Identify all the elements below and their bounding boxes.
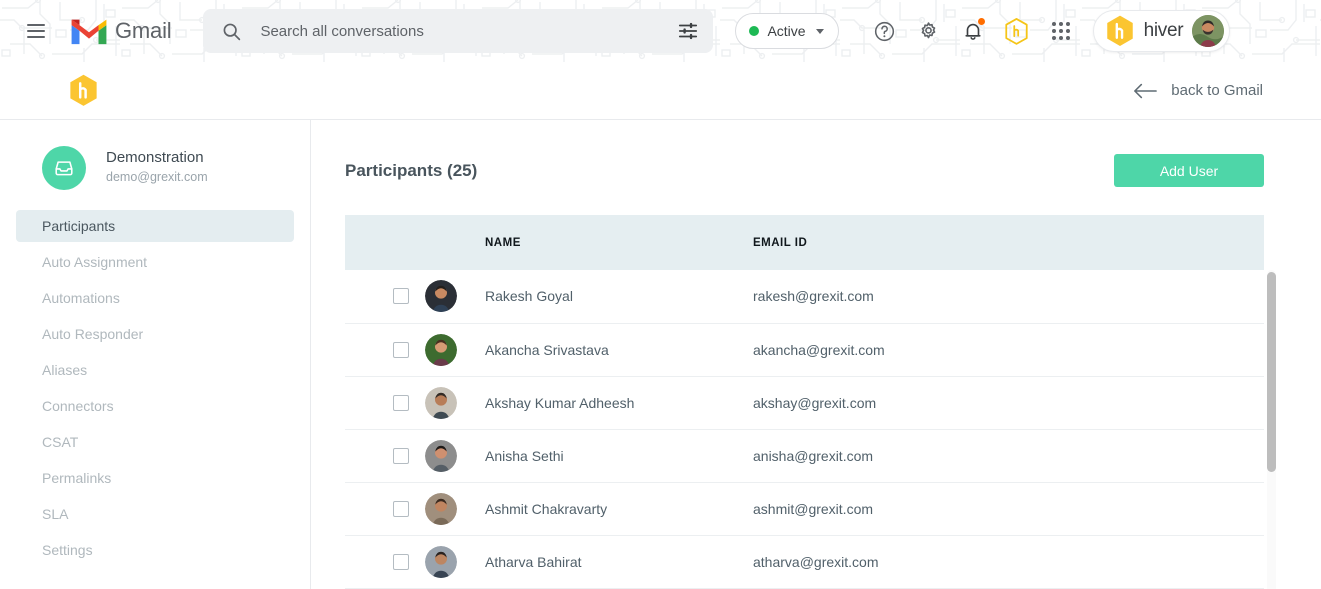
participant-name: Ashmit Chakravarty: [485, 482, 753, 535]
mailbox-name: Demonstration: [106, 148, 208, 168]
participants-table: NAME EMAIL ID Rakesh Goyalrakesh@grexit.…: [345, 215, 1264, 589]
column-header-checkbox: [345, 215, 425, 270]
column-header-avatar: [425, 215, 485, 270]
sidebar-item-auto-assignment[interactable]: Auto Assignment: [16, 246, 294, 278]
user-avatar[interactable]: [1192, 15, 1224, 47]
main-content: Participants (25) Add User NAME EMAIL ID…: [311, 120, 1321, 589]
settings-sidebar: Demonstration demo@grexit.com Participan…: [0, 120, 311, 589]
participant-name: Atharva Bahirat: [485, 535, 753, 588]
sidebar-item-aliases[interactable]: Aliases: [16, 354, 294, 386]
hiver-sub-bar: back to Gmail: [0, 62, 1321, 120]
mailbox-email: demo@grexit.com: [106, 168, 208, 186]
search-bar[interactable]: [203, 9, 713, 53]
table-scrollbar-thumb[interactable]: [1267, 272, 1276, 472]
table-row[interactable]: Atharva Bahiratatharva@grexit.com: [345, 535, 1264, 588]
back-to-gmail-label: back to Gmail: [1171, 82, 1263, 99]
google-apps-grid-icon[interactable]: [1041, 11, 1081, 51]
hamburger-menu-icon[interactable]: [16, 11, 56, 51]
chevron-down-icon: [816, 29, 824, 34]
table-scrollbar[interactable]: [1267, 270, 1276, 589]
column-header-email: EMAIL ID: [753, 215, 1264, 270]
table-row[interactable]: Akancha Srivastavaakancha@grexit.com: [345, 323, 1264, 376]
hiver-hexagon-logo: [1105, 15, 1135, 48]
participant-email: ashmit@grexit.com: [753, 482, 1264, 535]
participant-name: Akancha Srivastava: [485, 323, 753, 376]
participant-name: Akshay Kumar Adheesh: [485, 376, 753, 429]
participant-avatar: [425, 280, 457, 312]
tune-filter-icon[interactable]: [677, 20, 699, 42]
table-row[interactable]: Ashmit Chakravartyashmit@grexit.com: [345, 482, 1264, 535]
notification-badge: [978, 18, 985, 25]
participant-avatar: [425, 493, 457, 525]
participant-avatar: [425, 440, 457, 472]
inbox-tray-icon: [42, 146, 86, 190]
participant-avatar: [425, 546, 457, 578]
gmail-m-icon: [70, 17, 108, 46]
participant-avatar: [425, 334, 457, 366]
sidebar-item-permalinks[interactable]: Permalinks: [16, 462, 294, 494]
add-user-button[interactable]: Add User: [1114, 154, 1264, 187]
participant-email: akshay@grexit.com: [753, 376, 1264, 429]
table-body: Rakesh Goyalrakesh@grexit.comAkancha Sri…: [345, 270, 1264, 588]
column-header-name: NAME: [485, 215, 753, 270]
page-title: Participants (25): [345, 161, 477, 181]
table-row[interactable]: Anisha Sethianisha@grexit.com: [345, 429, 1264, 482]
sidebar-item-csat[interactable]: CSAT: [16, 426, 294, 458]
sidebar-item-participants[interactable]: Participants: [16, 210, 294, 242]
page-body: Demonstration demo@grexit.com Participan…: [0, 120, 1321, 589]
table-row[interactable]: Rakesh Goyalrakesh@grexit.com: [345, 270, 1264, 323]
row-checkbox[interactable]: [393, 501, 409, 517]
sidebar-item-settings[interactable]: Settings: [16, 534, 294, 566]
participant-name: Rakesh Goyal: [485, 270, 753, 323]
row-checkbox[interactable]: [393, 448, 409, 464]
hiver-hexagon-icon[interactable]: [997, 11, 1037, 51]
participant-name: Anisha Sethi: [485, 429, 753, 482]
status-dropdown[interactable]: Active: [735, 13, 838, 49]
notifications-bell-icon[interactable]: [953, 11, 993, 51]
topbar-icon-group: [865, 11, 1081, 51]
row-checkbox[interactable]: [393, 342, 409, 358]
sidebar-item-automations[interactable]: Automations: [16, 282, 294, 314]
participant-email: atharva@grexit.com: [753, 535, 1264, 588]
sidebar-nav-list: Participants Auto Assignment Automations Au…: [0, 210, 310, 566]
search-input[interactable]: [260, 23, 669, 40]
participant-avatar: [425, 387, 457, 419]
status-dot: [749, 26, 759, 36]
settings-gear-icon[interactable]: [909, 11, 949, 51]
participant-email: rakesh@grexit.com: [753, 270, 1264, 323]
back-to-gmail-link[interactable]: back to Gmail: [1133, 82, 1263, 100]
gmail-top-bar: Gmail Active: [0, 0, 1321, 62]
row-checkbox[interactable]: [393, 554, 409, 570]
status-label: Active: [767, 23, 805, 39]
participant-email: akancha@grexit.com: [753, 323, 1264, 376]
hiver-account-badge[interactable]: hiver: [1093, 10, 1231, 52]
content-header: Participants (25) Add User: [345, 120, 1264, 187]
search-icon: [221, 21, 242, 42]
gmail-logo[interactable]: Gmail: [70, 17, 171, 46]
participants-table-wrapper: NAME EMAIL ID Rakesh Goyalrakesh@grexit.…: [345, 215, 1264, 589]
mailbox-header: Demonstration demo@grexit.com: [0, 146, 310, 190]
sidebar-item-auto-responder[interactable]: Auto Responder: [16, 318, 294, 350]
row-checkbox[interactable]: [393, 395, 409, 411]
table-header: NAME EMAIL ID: [345, 215, 1264, 270]
participant-email: anisha@grexit.com: [753, 429, 1264, 482]
hiver-wordmark: hiver: [1144, 20, 1184, 42]
sidebar-item-connectors[interactable]: Connectors: [16, 390, 294, 422]
hiver-hexagon-logo[interactable]: [68, 74, 99, 108]
table-row[interactable]: Akshay Kumar Adheeshakshay@grexit.com: [345, 376, 1264, 429]
gmail-wordmark: Gmail: [115, 18, 171, 44]
sidebar-item-sla[interactable]: SLA: [16, 498, 294, 530]
help-icon[interactable]: [865, 11, 905, 51]
row-checkbox[interactable]: [393, 288, 409, 304]
arrow-left-icon: [1133, 82, 1157, 100]
